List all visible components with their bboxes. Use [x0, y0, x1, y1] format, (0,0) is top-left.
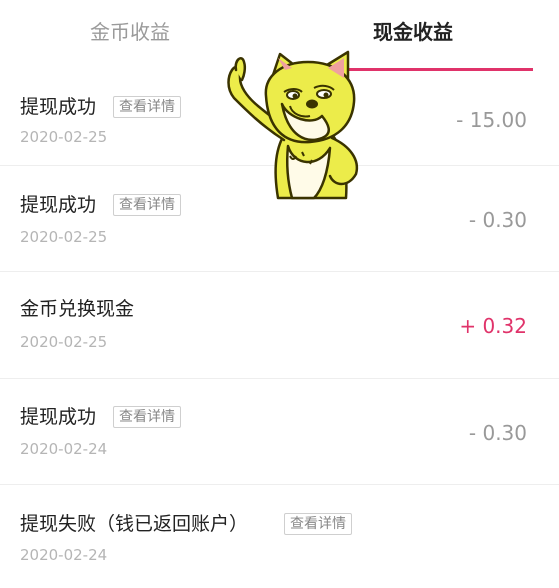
- record-amount: - 15.00: [456, 108, 527, 132]
- view-details-button[interactable]: 查看详情: [113, 96, 181, 118]
- view-details-button[interactable]: 查看详情: [113, 406, 181, 428]
- view-details-button[interactable]: 查看详情: [113, 194, 181, 216]
- view-details-button[interactable]: 查看详情: [284, 513, 352, 535]
- list-item: 金币兑换现金 2020-02-25 + 0.32: [0, 272, 559, 379]
- record-date: 2020-02-25: [20, 333, 108, 351]
- record-date: 2020-02-24: [20, 440, 108, 458]
- doge-sticker-icon: [227, 50, 359, 200]
- record-title: 提现成功: [20, 406, 97, 428]
- record-date: 2020-02-25: [20, 128, 108, 146]
- record-date: 2020-02-24: [20, 546, 108, 564]
- record-title: 提现成功: [20, 194, 97, 216]
- list-item: 提现失败（钱已返回账户） 查看详情 2020-02-24: [0, 485, 559, 588]
- list-item: 提现成功 查看详情 2020-02-24 - 0.30: [0, 379, 559, 485]
- record-title: 提现失败（钱已返回账户）: [20, 513, 249, 535]
- record-amount: + 0.32: [459, 314, 527, 338]
- tab-coin-earnings[interactable]: 金币收益: [90, 18, 170, 46]
- record-amount: - 0.30: [468, 208, 527, 232]
- record-date: 2020-02-25: [20, 228, 108, 246]
- record-title: 提现成功: [20, 96, 97, 118]
- record-amount: - 0.30: [468, 421, 527, 445]
- record-title: 金币兑换现金: [20, 298, 135, 320]
- tab-cash-earnings[interactable]: 现金收益: [373, 18, 453, 46]
